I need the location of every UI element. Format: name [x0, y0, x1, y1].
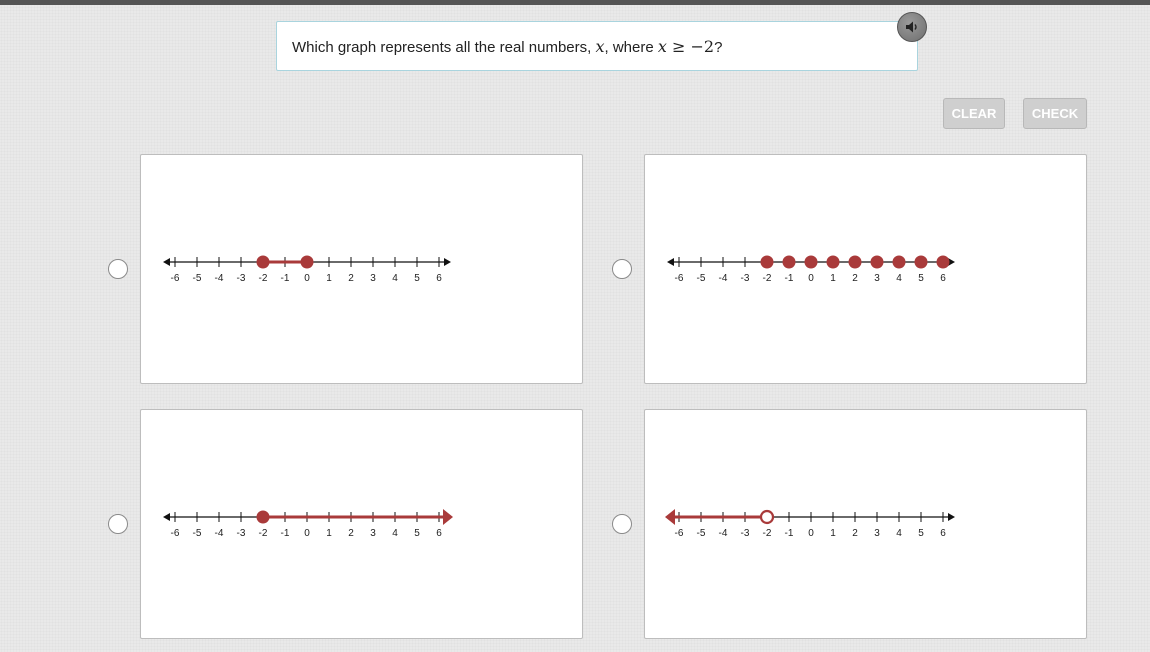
tick-label: -1: [785, 273, 794, 284]
tick-label: -5: [697, 528, 706, 539]
tick-label: 0: [304, 528, 310, 539]
inequality-expression: ≥ −2: [666, 37, 715, 56]
option-d-radio[interactable]: [612, 514, 632, 534]
tick-label: 6: [436, 528, 442, 539]
tick-label: 6: [436, 273, 442, 284]
graph-point-open: [759, 509, 775, 525]
tick-label: 5: [414, 528, 420, 539]
number-line-b: -6 -5 -4 -3 -2 -1 0 1 2 3 4 5 6: [667, 255, 955, 284]
tick-label: -6: [171, 528, 180, 539]
tick-label: 4: [896, 273, 902, 284]
tick-label: 2: [852, 273, 858, 284]
tick-label: -6: [675, 273, 684, 284]
tick-label: -1: [281, 273, 290, 284]
graph-point-closed: [782, 255, 796, 269]
graph-point-closed: [256, 255, 270, 269]
question-middle: , where: [604, 39, 658, 56]
axis-arrow-left: [163, 513, 170, 521]
option-c-radio[interactable]: [108, 514, 128, 534]
graph-point-closed: [848, 255, 862, 269]
graph-point-closed: [870, 255, 884, 269]
option-a-radio[interactable]: [108, 259, 128, 279]
tick-label: -5: [193, 528, 202, 539]
axis-arrow-right: [444, 258, 451, 266]
tick-label: -1: [785, 528, 794, 539]
tick-label: -3: [237, 528, 246, 539]
tick-label: 6: [940, 528, 946, 539]
tick-label: -3: [741, 528, 750, 539]
graph-point-closed: [760, 255, 774, 269]
tick-label: 1: [830, 273, 836, 284]
axis-arrow-left: [667, 258, 674, 266]
tick-label: 3: [370, 528, 376, 539]
number-line-d: -6 -5 -4 -3 -2 -1 0 1 2 3 4 5 6: [665, 509, 955, 539]
tick-label: -2: [763, 273, 772, 284]
tick-label: 0: [808, 528, 814, 539]
tick-label: 3: [874, 273, 880, 284]
tick-label: 0: [808, 273, 814, 284]
question-suffix: ?: [714, 39, 723, 56]
tick-label: 4: [392, 528, 398, 539]
option-d-card[interactable]: -6 -5 -4 -3 -2 -1 0 1 2 3 4 5 6: [644, 409, 1087, 639]
graph-ray-arrow: [443, 509, 453, 525]
tick-label: 2: [852, 528, 858, 539]
tick-label: -3: [741, 273, 750, 284]
tick-label: -4: [215, 273, 224, 284]
axis-arrow-right: [948, 513, 955, 521]
question-prefix: Which graph represents all the real numb…: [292, 39, 596, 56]
tick-label: -6: [171, 273, 180, 284]
tick-label: 0: [304, 273, 310, 284]
axis-arrow-left: [163, 258, 170, 266]
tick-label: 3: [874, 528, 880, 539]
graph-ray-arrow: [665, 509, 675, 525]
tick-label: -4: [215, 528, 224, 539]
tick-label: 2: [348, 273, 354, 284]
tick-label: 3: [370, 273, 376, 284]
audio-button[interactable]: [897, 12, 927, 42]
tick-label: -3: [237, 273, 246, 284]
graph-point-closed: [826, 255, 840, 269]
tick-label: -4: [719, 528, 728, 539]
clear-button[interactable]: CLEAR: [943, 98, 1005, 129]
check-button[interactable]: CHECK: [1023, 98, 1087, 129]
tick-label: -6: [675, 528, 684, 539]
question-variable: x: [595, 37, 605, 56]
option-a-card[interactable]: -6 -5 -4 -3 -2 -1 0 1 2 3 4 5 6: [140, 154, 583, 384]
graph-point-closed: [804, 255, 818, 269]
number-line-c: -6 -5 -4 -3 -2 -1 0 1 2 3 4 5 6: [163, 509, 453, 539]
graph-point-closed: [256, 510, 270, 524]
tick-label: -4: [719, 273, 728, 284]
graph-point-closed: [936, 255, 950, 269]
tick-label: 5: [414, 273, 420, 284]
tick-label: 1: [326, 528, 332, 539]
tick-label: 4: [896, 528, 902, 539]
top-bar: [0, 0, 1150, 5]
tick-label: 2: [348, 528, 354, 539]
tick-label: -2: [259, 528, 268, 539]
tick-label: -1: [281, 528, 290, 539]
tick-label: -2: [259, 273, 268, 284]
speaker-icon: [906, 21, 917, 33]
tick-label: -2: [763, 528, 772, 539]
tick-label: 6: [940, 273, 946, 284]
graph-point-closed: [892, 255, 906, 269]
tick-label: -5: [697, 273, 706, 284]
option-c-card[interactable]: -6 -5 -4 -3 -2 -1 0 1 2 3 4 5 6: [140, 409, 583, 639]
inequality-variable: x: [657, 37, 667, 56]
graph-point-closed: [914, 255, 928, 269]
question-text: Which graph represents all the real numb…: [292, 37, 722, 56]
option-b-radio[interactable]: [612, 259, 632, 279]
option-b-card[interactable]: -6 -5 -4 -3 -2 -1 0 1 2 3 4 5 6: [644, 154, 1087, 384]
tick-label: 1: [326, 273, 332, 284]
tick-label: 1: [830, 528, 836, 539]
tick-label: 5: [918, 528, 924, 539]
graph-point-closed: [300, 255, 314, 269]
number-line-a: -6 -5 -4 -3 -2 -1 0 1 2 3 4 5 6: [163, 255, 451, 284]
tick-label: 4: [392, 273, 398, 284]
tick-label: 5: [918, 273, 924, 284]
question-box: Which graph represents all the real numb…: [276, 21, 918, 71]
tick-label: -5: [193, 273, 202, 284]
